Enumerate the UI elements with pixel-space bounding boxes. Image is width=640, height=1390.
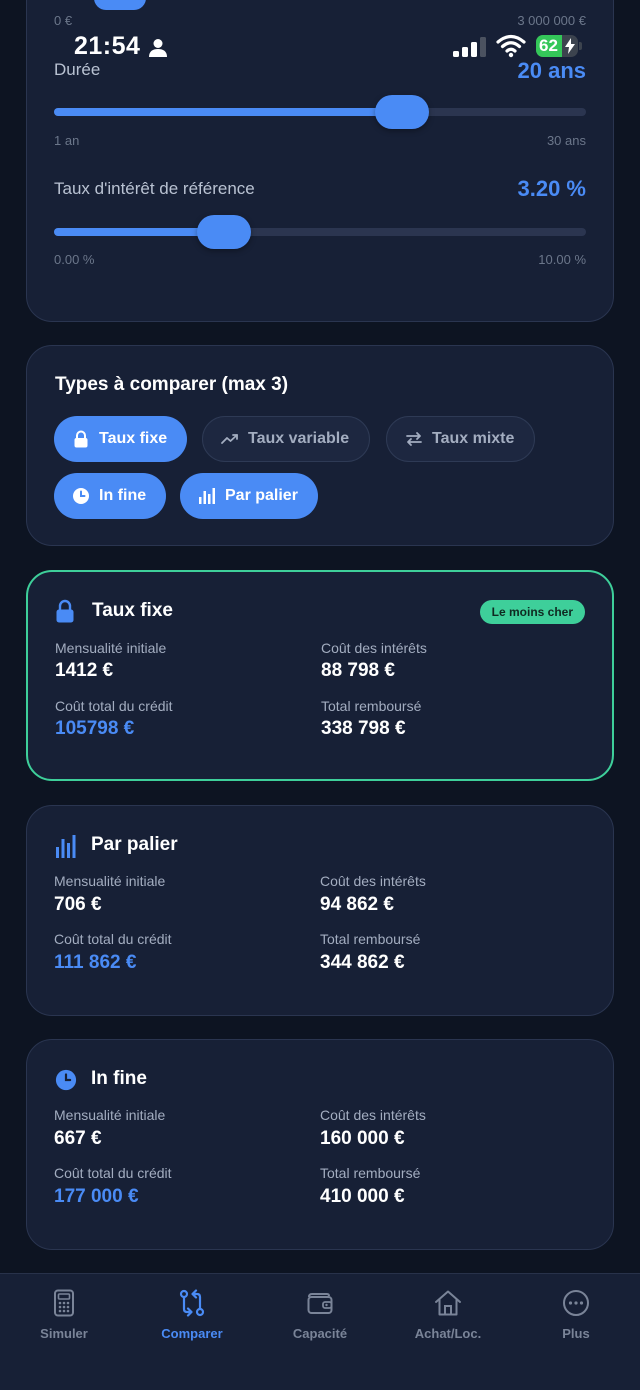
result-card-taux-fixe[interactable]: Taux fixe Le moins cher Mensualité initi…	[26, 570, 614, 781]
chip-label: Taux mixte	[432, 430, 515, 447]
interest-label: Coût des intérêts	[320, 873, 426, 889]
total-cost-label: Coût total du crédit	[54, 931, 172, 947]
types-title: Types à comparer (max 3)	[55, 374, 289, 395]
result-card-par-palier[interactable]: Par palier Mensualité initiale 706 € Coû…	[26, 805, 614, 1016]
battery-indicator: 62	[536, 35, 578, 57]
duration-slider-fill	[54, 108, 403, 116]
wifi-icon	[496, 34, 526, 58]
house-icon	[435, 1290, 461, 1316]
monthly-label: Mensualité initiale	[55, 640, 167, 656]
clock-icon	[55, 1069, 77, 1091]
battery-level: 62	[539, 36, 558, 55]
compare-arrows-icon	[179, 1289, 205, 1317]
nav-label: Comparer	[161, 1326, 223, 1341]
repaid-value: 410 000 €	[320, 1186, 405, 1207]
charging-bolt-icon	[565, 38, 575, 54]
rate-slider-thumb[interactable]	[197, 215, 252, 249]
interest-label: Coût des intérêts	[320, 1107, 426, 1123]
chip-label: Taux fixe	[99, 430, 168, 447]
status-bar: 21:54 62	[0, 30, 640, 66]
result-title: Taux fixe	[92, 600, 173, 621]
nav-label: Simuler	[40, 1326, 88, 1341]
total-cost-value: 111 862 €	[54, 952, 137, 973]
monthly-label: Mensualité initiale	[54, 1107, 166, 1123]
total-cost-label: Coût total du crédit	[54, 1165, 172, 1181]
chip-taux-fixe[interactable]: Taux fixe	[54, 416, 188, 462]
repaid-value: 338 798 €	[321, 718, 406, 739]
rate-range-min: 0.00 %	[54, 252, 95, 267]
nav-plus[interactable]: Plus	[512, 1274, 640, 1354]
chip-label: In fine	[99, 487, 147, 504]
chip-par-palier[interactable]: Par palier	[180, 473, 318, 519]
repaid-label: Total remboursé	[320, 931, 421, 947]
duration-range-min: 1 an	[54, 133, 80, 148]
bar-chart-icon	[199, 488, 215, 504]
monthly-value: 667 €	[54, 1128, 102, 1149]
nav-achat-location[interactable]: Achat/Loc.	[384, 1274, 512, 1354]
bar-chart-icon	[56, 835, 76, 858]
lock-icon	[56, 599, 74, 623]
rate-value: 3.20 %	[517, 176, 587, 201]
amount-range-max: 3 000 000 €	[517, 13, 586, 28]
clock-icon	[73, 488, 89, 504]
status-time: 21:54	[74, 32, 141, 60]
duration-slider[interactable]	[54, 95, 586, 129]
chip-in-fine[interactable]: In fine	[54, 473, 167, 519]
cheapest-badge: Le moins cher	[479, 600, 585, 624]
nav-label: Capacité	[292, 1326, 348, 1341]
nav-simuler[interactable]: Simuler	[0, 1274, 128, 1354]
monthly-value: 706 €	[54, 894, 102, 915]
result-title: In fine	[91, 1068, 147, 1089]
chip-taux-mixte[interactable]: Taux mixte	[386, 416, 536, 462]
swap-arrows-icon	[406, 432, 422, 446]
battery-cap	[579, 42, 582, 50]
cellular-signal-icon	[453, 37, 486, 57]
person-icon	[149, 39, 167, 57]
rate-label: Taux d'intérêt de référence	[54, 179, 255, 198]
nav-label: Achat/Loc.	[414, 1326, 482, 1341]
chip-label: Par palier	[225, 487, 298, 504]
duration-slider-thumb[interactable]	[375, 95, 430, 129]
monthly-value: 1412 €	[55, 660, 114, 681]
repaid-value: 344 862 €	[320, 952, 405, 973]
types-card: Types à comparer (max 3) Taux fixe Taux …	[26, 345, 614, 546]
nav-capacite[interactable]: Capacité	[256, 1274, 384, 1354]
result-title: Par palier	[91, 834, 178, 855]
chip-label: Taux variable	[248, 430, 350, 447]
lock-icon	[74, 430, 88, 448]
nav-label: Plus	[562, 1326, 590, 1341]
monthly-label: Mensualité initiale	[54, 873, 166, 889]
trend-up-icon	[221, 434, 238, 444]
amount-slider-thumb[interactable]	[94, 0, 146, 10]
total-cost-value: 105798 €	[55, 718, 135, 739]
result-card-in-fine[interactable]: In fine Mensualité initiale 667 € Coût d…	[26, 1039, 614, 1250]
duration-range-max: 30 ans	[546, 133, 586, 148]
page: 0 € 3 000 000 € Durée 20 ans 1 an 30 ans…	[0, 0, 640, 1390]
interest-label: Coût des intérêts	[321, 640, 427, 656]
repaid-label: Total remboursé	[320, 1165, 421, 1181]
rate-range-max: 10.00 %	[538, 252, 586, 267]
wallet-icon	[307, 1293, 333, 1314]
rate-slider[interactable]	[54, 215, 586, 249]
interest-value: 94 862 €	[320, 894, 394, 915]
calculator-icon	[54, 1289, 74, 1317]
repaid-label: Total remboursé	[321, 698, 422, 714]
interest-value: 160 000 €	[320, 1128, 405, 1149]
interest-value: 88 798 €	[321, 660, 395, 681]
chip-taux-variable[interactable]: Taux variable	[202, 416, 371, 462]
more-icon	[563, 1290, 589, 1316]
total-cost-value: 177 000 €	[54, 1186, 139, 1207]
bottom-nav: Simuler Comparer Capacité Achat/Loc. Plu…	[0, 1273, 640, 1390]
amount-range-min: 0 €	[54, 13, 73, 28]
nav-comparer[interactable]: Comparer	[128, 1274, 256, 1354]
total-cost-label: Coût total du crédit	[55, 698, 173, 714]
